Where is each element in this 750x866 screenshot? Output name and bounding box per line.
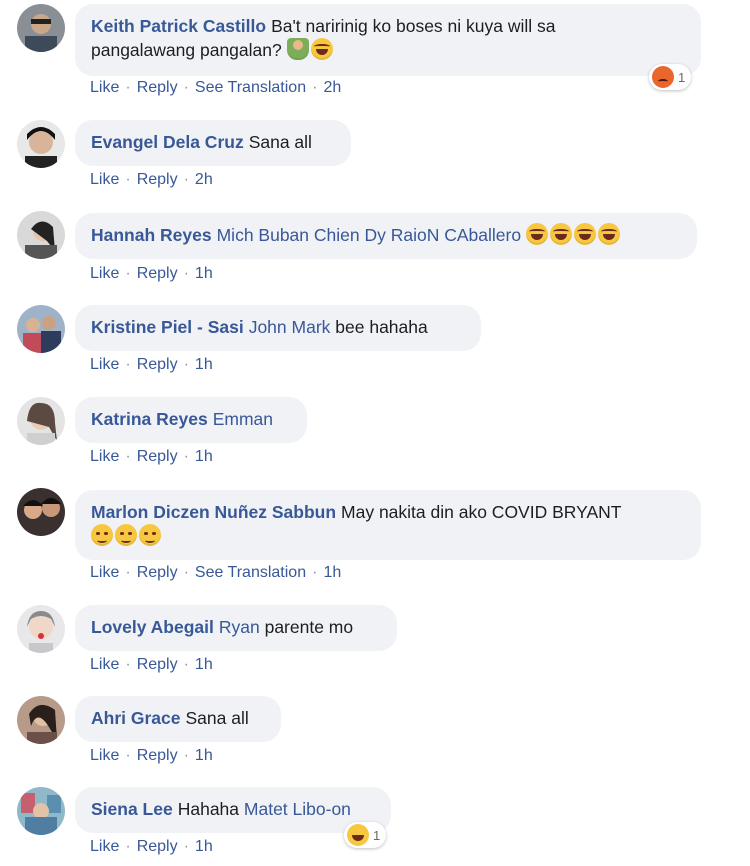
smirking-emoji-icon — [91, 524, 113, 546]
comment-text: parente mo — [264, 617, 354, 637]
smirking-emoji-icon — [139, 524, 161, 546]
comment-actions: Like · Reply · 1h — [90, 838, 213, 855]
comment-timestamp[interactable]: 2h — [195, 171, 213, 188]
comment-text: Ba't naririnig ko boses ni kuya will sa — [271, 16, 556, 36]
comment-actions: Like · Reply · See Translation · 2h — [90, 79, 342, 96]
comment-bubble: Katrina Reyes Emman — [75, 397, 307, 443]
comment-bubble: Keith Patrick Castillo Ba't naririnig ko … — [75, 4, 701, 76]
laughing-emoji-icon — [597, 223, 620, 245]
comment-author[interactable]: Hannah Reyes — [91, 225, 212, 245]
reply-link[interactable]: Reply — [137, 564, 178, 581]
comment-author[interactable]: Siena Lee — [91, 799, 173, 819]
comment-bubble: Siena Lee Hahaha Matet Libo-on — [75, 787, 391, 833]
reaction-badge[interactable]: 1 — [344, 822, 387, 848]
like-link[interactable]: Like — [90, 171, 119, 188]
reply-link[interactable]: Reply — [137, 265, 178, 282]
comment-actions: Like · Reply · 1h — [90, 747, 213, 764]
comment-text: pangalawang pangalan? — [91, 40, 282, 60]
comment-text: Sana all — [185, 708, 249, 728]
comment-bubble: Evangel Dela Cruz Sana all — [75, 120, 351, 166]
like-link[interactable]: Like — [90, 564, 119, 581]
mention-link[interactable]: Ryan — [219, 617, 260, 637]
comment-bubble: Ahri Grace Sana all — [75, 696, 281, 742]
comment-actions: Like · Reply · 1h — [90, 356, 213, 373]
comment-author[interactable]: Katrina Reyes — [91, 409, 208, 429]
see-translation-link[interactable]: See Translation — [195, 564, 306, 581]
like-link[interactable]: Like — [90, 838, 119, 855]
comment-timestamp[interactable]: 1h — [195, 747, 213, 764]
comment-author[interactable]: Evangel Dela Cruz — [91, 132, 244, 152]
comment-timestamp[interactable]: 1h — [195, 265, 213, 282]
reaction-count: 1 — [373, 827, 381, 843]
comment-timestamp[interactable]: 1h — [195, 838, 213, 855]
avatar[interactable] — [17, 305, 65, 353]
comment-actions: Like · Reply · 1h — [90, 265, 213, 282]
laughing-emoji-icon — [573, 223, 596, 245]
comment-text: Hahaha — [177, 799, 240, 819]
comment-text: May nakita din ako COVID BRYANT — [341, 502, 622, 522]
comment-timestamp[interactable]: 1h — [323, 564, 341, 581]
reply-link[interactable]: Reply — [137, 747, 178, 764]
like-link[interactable]: Like — [90, 448, 119, 465]
like-link[interactable]: Like — [90, 265, 119, 282]
comment-bubble: Kristine Piel - Sasi John Mark bee hahaha — [75, 305, 481, 351]
like-link[interactable]: Like — [90, 356, 119, 373]
comment-author[interactable]: Lovely Abegail — [91, 617, 214, 637]
angry-reaction-icon — [652, 66, 674, 88]
avatar[interactable] — [17, 211, 65, 259]
mention-link[interactable]: Emman — [213, 409, 273, 429]
reaction-count: 1 — [678, 69, 686, 85]
laughing-emoji-icon — [549, 223, 572, 245]
comment-bubble: Hannah Reyes Mich Buban Chien Dy RaioN CA… — [75, 213, 697, 259]
like-link[interactable]: Like — [90, 747, 119, 764]
comment-author[interactable]: Marlon Diczen Nuñez Sabbun — [91, 502, 336, 522]
like-link[interactable]: Like — [90, 79, 119, 96]
laughing-emoji-icon — [525, 223, 548, 245]
see-translation-link[interactable]: See Translation — [195, 79, 306, 96]
avatar[interactable] — [17, 488, 65, 536]
comment-bubble: Lovely Abegail Ryan parente mo — [75, 605, 397, 651]
mention-link[interactable]: John Mark — [249, 317, 331, 337]
reply-link[interactable]: Reply — [137, 356, 178, 373]
haha-reaction-icon — [347, 824, 369, 846]
comment-actions: Like · Reply · See Translation · 1h — [90, 564, 342, 581]
comment-timestamp[interactable]: 1h — [195, 656, 213, 673]
comment-text: Sana all — [248, 132, 312, 152]
reaction-badge[interactable]: 1 — [649, 64, 692, 90]
comment-author[interactable]: Ahri Grace — [91, 708, 180, 728]
avatar[interactable] — [17, 397, 65, 445]
smirking-emoji-icon — [115, 524, 137, 546]
comment-text: bee hahaha — [335, 317, 428, 337]
reply-link[interactable]: Reply — [137, 171, 178, 188]
avatar[interactable] — [17, 120, 65, 168]
comment-author[interactable]: Kristine Piel - Sasi — [91, 317, 244, 337]
person-emoji-icon — [286, 38, 309, 60]
reply-link[interactable]: Reply — [137, 838, 178, 855]
reply-link[interactable]: Reply — [137, 656, 178, 673]
comment-actions: Like · Reply · 1h — [90, 448, 213, 465]
comment-timestamp[interactable]: 1h — [195, 356, 213, 373]
mention-link[interactable]: Mich Buban Chien Dy RaioN CAballero — [217, 225, 521, 245]
comment-timestamp[interactable]: 2h — [323, 79, 341, 96]
comment-actions: Like · Reply · 2h — [90, 171, 213, 188]
avatar[interactable] — [17, 4, 65, 52]
comment-bubble: Marlon Diczen Nuñez Sabbun May nakita din… — [75, 490, 701, 560]
reply-link[interactable]: Reply — [137, 448, 178, 465]
reply-link[interactable]: Reply — [137, 79, 178, 96]
avatar[interactable] — [17, 696, 65, 744]
avatar[interactable] — [17, 787, 65, 835]
comment-actions: Like · Reply · 1h — [90, 656, 213, 673]
comment-timestamp[interactable]: 1h — [195, 448, 213, 465]
like-link[interactable]: Like — [90, 656, 119, 673]
avatar[interactable] — [17, 605, 65, 653]
mention-link[interactable]: Matet Libo-on — [244, 799, 351, 819]
comment-author[interactable]: Keith Patrick Castillo — [91, 16, 266, 36]
laughing-emoji-icon — [310, 38, 333, 60]
